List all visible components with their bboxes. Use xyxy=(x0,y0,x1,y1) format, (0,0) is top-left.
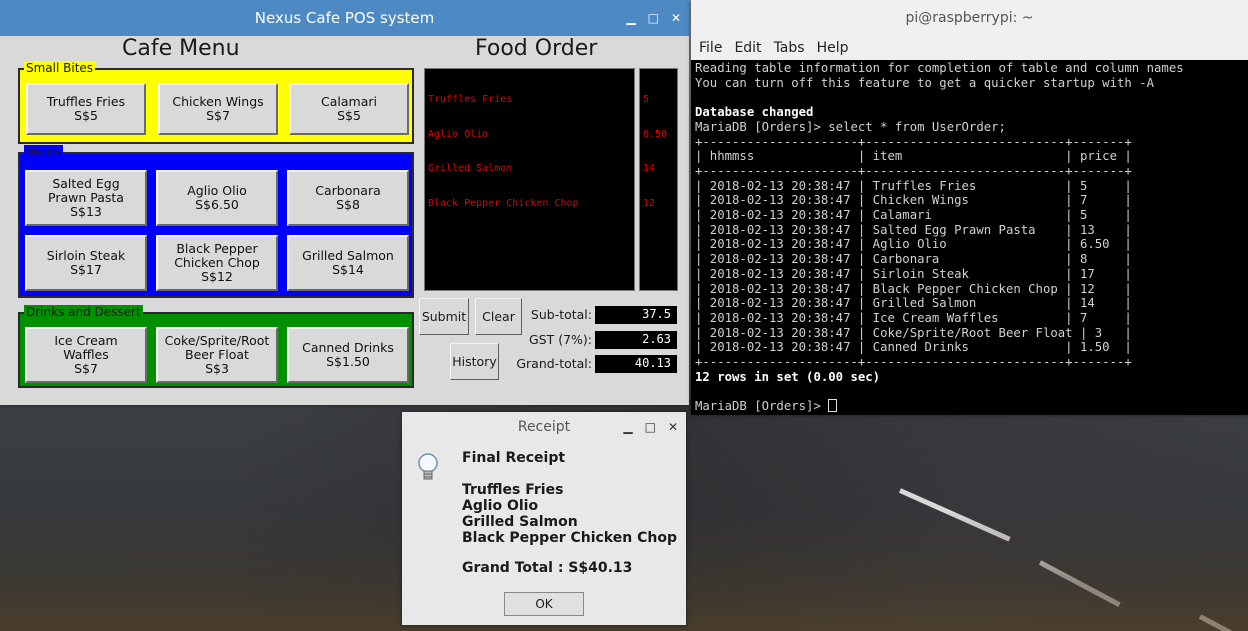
list-item[interactable]: Grilled Salmon xyxy=(428,163,631,175)
salted-egg-prawn-pasta-button[interactable]: Salted Egg Prawn Pasta S$13 xyxy=(25,170,147,226)
receipt-items: Truffles Fries Aglio Olio Grilled Salmon… xyxy=(462,482,677,546)
terminal-output[interactable]: Reading table information for completion… xyxy=(693,60,1248,415)
table-row: | 2018-02-13 20:38:47 | Ice Cream Waffle… xyxy=(695,310,1132,325)
table-border: +---------------------+-----------------… xyxy=(695,163,1132,178)
list-item[interactable]: 5 xyxy=(643,94,674,106)
receipt-grand-total: Grand Total : S$40.13 xyxy=(462,560,633,576)
terminal-line: Database changed xyxy=(695,105,814,120)
terminal-line: Reading table information for completion… xyxy=(695,61,1184,75)
table-row: | 2018-02-13 20:38:47 | Truffles Fries |… xyxy=(695,178,1132,193)
canned-drinks-button[interactable]: Canned Drinks S$1.50 xyxy=(287,327,409,383)
receipt-title: Receipt xyxy=(517,419,571,435)
list-item[interactable]: Truffles Fries xyxy=(428,94,631,106)
black-pepper-chicken-chop-button[interactable]: Black Pepper Chicken Chop S$12 xyxy=(156,235,278,291)
table-row: | 2018-02-13 20:38:47 | Black Pepper Chi… xyxy=(695,281,1132,296)
aglio-olio-button[interactable]: Aglio Olio S$6.50 xyxy=(156,170,278,226)
maximize-icon[interactable]: □ xyxy=(648,11,659,25)
ok-button[interactable]: OK xyxy=(504,592,584,616)
grand-total-label: Grand-total: xyxy=(516,356,592,371)
terminal-line: 12 rows in set (0.00 sec) xyxy=(695,369,881,384)
receipt-item: Truffles Fries xyxy=(462,482,564,498)
cafe-menu-heading: Cafe Menu xyxy=(122,36,240,61)
list-item[interactable]: 6.50 xyxy=(643,129,674,141)
truffles-fries-button[interactable]: Truffles Fries S$5 xyxy=(26,83,146,135)
group-label: Small Bites xyxy=(24,61,96,75)
coke-sprite-root-beer-float-button[interactable]: Coke/Sprite/Root Beer Float S$3 xyxy=(156,327,278,383)
mains-group: Mains Salted Egg Prawn Pasta S$13 Aglio Ol… xyxy=(18,145,414,298)
terminal-cursor xyxy=(828,399,838,413)
table-row: | 2018-02-13 20:38:47 | Chicken Wings | … xyxy=(695,193,1132,208)
ice-cream-waffles-button[interactable]: Ice Cream Waffles S$7 xyxy=(25,327,147,383)
sirloin-steak-button[interactable]: Sirloin Steak S$17 xyxy=(25,235,147,291)
drinks-dessert-group: Drinks and Dessert Ice Cream Waffles S$7 C… xyxy=(18,305,414,388)
group-label: Drinks and Dessert xyxy=(24,305,143,319)
terminal-title: pi@raspberrypi: ~ xyxy=(905,10,1034,26)
pos-window: Nexus Cafe POS system ▁ □ ✕ Cafe Menu Fo… xyxy=(0,0,689,405)
close-icon[interactable]: ✕ xyxy=(671,11,681,25)
gst-value: 2.63 xyxy=(595,331,677,349)
table-row: | 2018-02-13 20:38:47 | Salted Egg Prawn… xyxy=(695,222,1132,237)
terminal-titlebar[interactable]: pi@raspberrypi: ~ xyxy=(691,0,1248,36)
maximize-icon[interactable]: □ xyxy=(645,420,656,434)
table-row: | 2018-02-13 20:38:47 | Sirloin Steak | … xyxy=(695,266,1132,281)
list-item[interactable]: 12 xyxy=(643,198,674,210)
minimize-icon[interactable]: ▁ xyxy=(623,420,632,434)
grilled-salmon-button[interactable]: Grilled Salmon S$14 xyxy=(287,235,409,291)
submit-button[interactable]: Submit xyxy=(419,298,469,335)
lightbulb-icon xyxy=(418,453,438,480)
table-row: | 2018-02-13 20:38:47 | Carbonara | 8 | xyxy=(695,252,1132,267)
terminal-window: pi@raspberrypi: ~ File Edit Tabs Help Re… xyxy=(691,0,1248,415)
terminal-prompt: MariaDB [Orders]> xyxy=(695,399,829,414)
subtotal-value: 37.5 xyxy=(595,306,677,324)
menu-tabs[interactable]: Tabs xyxy=(774,40,805,56)
table-row: | 2018-02-13 20:38:47 | Coke/Sprite/Root… xyxy=(695,325,1132,340)
list-item[interactable]: Black Pepper Chicken Chop xyxy=(428,198,631,210)
order-prices-list[interactable]: 5 6.50 14 12 xyxy=(639,68,678,291)
small-bites-group: Small Bites Truffles Fries S$5 Chicken Wi… xyxy=(18,61,414,144)
chicken-wings-button[interactable]: Chicken Wings S$7 xyxy=(158,83,278,135)
gst-label: GST (7%): xyxy=(528,332,592,347)
table-border: +---------------------+-----------------… xyxy=(695,134,1132,149)
pos-window-title: Nexus Cafe POS system xyxy=(254,9,435,27)
menu-file[interactable]: File xyxy=(699,40,722,56)
table-row: | 2018-02-13 20:38:47 | Canned Drinks | … xyxy=(695,340,1132,355)
history-button[interactable]: History xyxy=(450,343,499,380)
order-items-list[interactable]: Truffles Fries Aglio Olio Grilled Salmon… xyxy=(424,68,635,291)
menu-help[interactable]: Help xyxy=(817,40,849,56)
subtotal-label: Sub-total: xyxy=(530,307,592,322)
pos-titlebar[interactable]: Nexus Cafe POS system ▁ □ ✕ xyxy=(0,0,689,36)
group-label: Mains xyxy=(24,145,63,159)
table-border: +---------------------+-----------------… xyxy=(695,355,1132,370)
table-row: | 2018-02-13 20:38:47 | Aglio Olio | 6.5… xyxy=(695,237,1132,252)
carbonara-button[interactable]: Carbonara S$8 xyxy=(287,170,409,226)
receipt-titlebar[interactable]: Receipt ▁ □ ✕ xyxy=(402,412,686,442)
calamari-button[interactable]: Calamari S$5 xyxy=(289,83,409,135)
table-header: | hhmmss | item | price | xyxy=(695,149,1132,164)
terminal-line: MariaDB [Orders]> select * from UserOrde… xyxy=(695,119,1006,134)
list-item[interactable]: Aglio Olio xyxy=(428,129,631,141)
grand-total-value: 40.13 xyxy=(595,355,677,373)
receipt-item: Grilled Salmon xyxy=(462,514,578,530)
menu-edit[interactable]: Edit xyxy=(734,40,761,56)
list-item[interactable]: 14 xyxy=(643,163,674,175)
receipt-heading: Final Receipt xyxy=(462,450,566,466)
terminal-menubar: File Edit Tabs Help xyxy=(691,36,1248,60)
minimize-icon[interactable]: ▁ xyxy=(626,11,635,25)
table-row: | 2018-02-13 20:38:47 | Calamari | 5 | xyxy=(695,208,1132,223)
close-icon[interactable]: ✕ xyxy=(668,420,678,434)
terminal-line: You can turn off this feature to get a q… xyxy=(695,75,1155,90)
terminal-prompt-line[interactable]: MariaDB [Orders]> xyxy=(695,399,1246,414)
receipt-item: Black Pepper Chicken Chop xyxy=(462,530,677,546)
table-row: | 2018-02-13 20:38:47 | Grilled Salmon |… xyxy=(695,296,1132,311)
receipt-dialog: Receipt ▁ □ ✕ Final Receipt Truffles Fri… xyxy=(402,412,686,625)
food-order-heading: Food Order xyxy=(475,36,598,61)
receipt-item: Aglio Olio xyxy=(462,498,539,514)
